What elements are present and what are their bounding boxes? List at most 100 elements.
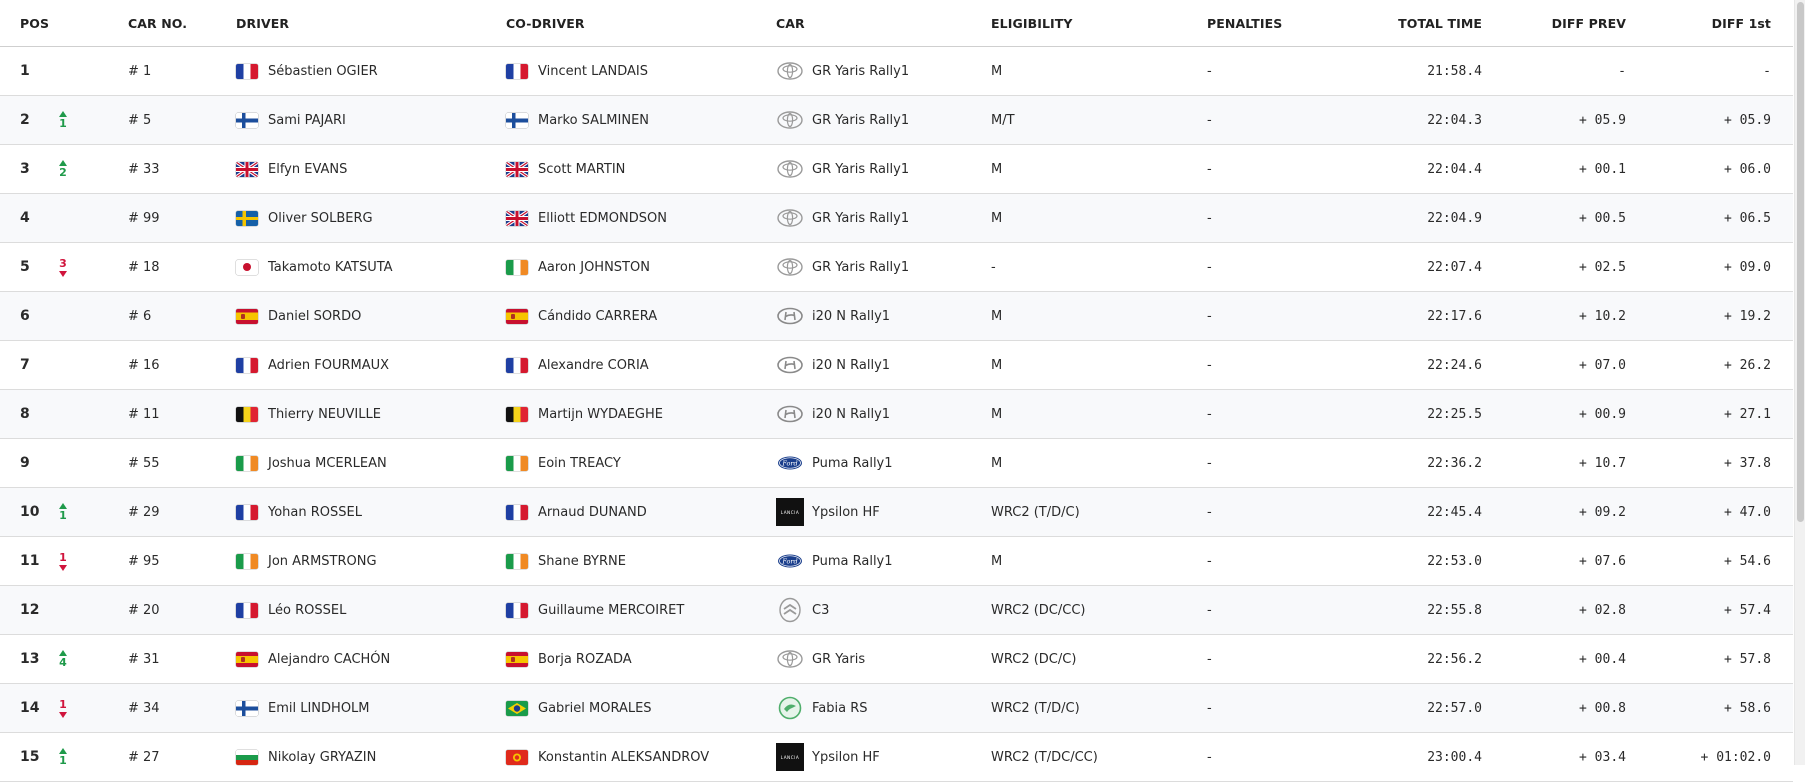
table-row[interactable]: 14 1 # 34 Emil LINDHOLM Gabriel MORALES F…	[0, 684, 1793, 733]
driver-cell[interactable]: Thierry NEUVILLE	[236, 390, 506, 438]
table-row[interactable]: 11 1 # 95 Jon ARMSTRONG Shane BYRNE Ford P…	[0, 537, 1793, 586]
car-model: GR Yaris Rally1	[812, 161, 910, 177]
co-driver-name[interactable]: Shane BYRNE	[538, 554, 626, 569]
driver-name[interactable]: Jon ARMSTRONG	[268, 554, 377, 569]
table-row[interactable]: 53 # 18 Takamoto KATSUTA Aaron JOHNSTON …	[0, 243, 1793, 292]
header-penalties[interactable]: PENALTIES	[1207, 0, 1327, 46]
driver-cell[interactable]: Yohan ROSSEL	[236, 488, 506, 536]
co-driver-name[interactable]: Cándido CARRERA	[538, 309, 657, 324]
car-number: # 34	[128, 700, 160, 716]
header-car-no[interactable]: CAR No.	[128, 0, 228, 46]
driver-cell[interactable]: Daniel SORDO	[236, 292, 506, 340]
co-driver-flag-icon	[506, 700, 538, 716]
vertical-scrollbar[interactable]	[1794, 0, 1805, 765]
co-driver-name[interactable]: Gabriel MORALES	[538, 701, 652, 716]
header-eligibility[interactable]: ELIGIBILITY	[991, 0, 1206, 46]
header-pos[interactable]: POS	[20, 0, 110, 46]
position-cell: 9	[20, 439, 110, 487]
driver-cell[interactable]: Alejandro CACHÓN	[236, 635, 506, 683]
co-driver-cell[interactable]: Vincent LANDAIS	[506, 47, 776, 95]
co-driver-cell[interactable]: Shane BYRNE	[506, 537, 776, 585]
header-driver[interactable]: DRIVER	[236, 0, 506, 46]
header-total-time[interactable]: TOTAL TIME	[1330, 0, 1482, 46]
driver-name[interactable]: Takamoto KATSUTA	[268, 260, 393, 275]
header-car[interactable]: CAR	[776, 0, 991, 46]
table-row[interactable]: 15 1 # 27 Nikolay GRYAZIN Konstantin ALEK…	[0, 733, 1793, 782]
co-driver-name[interactable]: Eoin TREACY	[538, 456, 621, 471]
header-co-driver[interactable]: CO-DRIVER	[506, 0, 776, 46]
co-driver-flag-icon	[506, 308, 538, 324]
driver-name[interactable]: Sébastien OGIER	[268, 64, 378, 79]
driver-name[interactable]: Joshua MCERLEAN	[268, 456, 387, 471]
position-cell: 4	[20, 194, 110, 242]
arrow-up-icon	[59, 110, 67, 117]
co-driver-cell[interactable]: Alexandre CORIA	[506, 341, 776, 389]
co-driver-cell[interactable]: Eoin TREACY	[506, 439, 776, 487]
co-driver-cell[interactable]: Gabriel MORALES	[506, 684, 776, 732]
co-driver-name[interactable]: Elliott EDMONDSON	[538, 211, 667, 226]
table-row[interactable]: 21 # 5 Sami PAJARI Marko SALMINEN GR Yar…	[0, 96, 1793, 145]
co-driver-cell[interactable]: Aaron JOHNSTON	[506, 243, 776, 291]
driver-name[interactable]: Nikolay GRYAZIN	[268, 750, 376, 765]
driver-cell[interactable]: Oliver SOLBERG	[236, 194, 506, 242]
co-driver-cell[interactable]: Borja ROZADA	[506, 635, 776, 683]
table-row[interactable]: 9 # 55 Joshua MCERLEAN Eoin TREACY Ford P…	[0, 439, 1793, 488]
table-row[interactable]: 13 4 # 31 Alejandro CACHÓN Borja ROZADA G…	[0, 635, 1793, 684]
co-driver-cell[interactable]: Cándido CARRERA	[506, 292, 776, 340]
co-driver-name[interactable]: Konstantin ALEKSANDROV	[538, 750, 709, 765]
co-driver-cell[interactable]: Martijn WYDAEGHE	[506, 390, 776, 438]
driver-cell[interactable]: Joshua MCERLEAN	[236, 439, 506, 487]
table-row[interactable]: 12 # 20 Léo ROSSEL Guillaume MERCOIRET C…	[0, 586, 1793, 635]
scrollbar-thumb[interactable]	[1797, 2, 1804, 522]
driver-cell[interactable]: Emil LINDHOLM	[236, 684, 506, 732]
driver-cell[interactable]: Sébastien OGIER	[236, 47, 506, 95]
driver-name[interactable]: Yohan ROSSEL	[268, 505, 362, 520]
co-driver-name[interactable]: Marko SALMINEN	[538, 113, 649, 128]
diff-prev: + 05.9	[1579, 112, 1626, 128]
driver-cell[interactable]: Takamoto KATSUTA	[236, 243, 506, 291]
driver-cell[interactable]: Nikolay GRYAZIN	[236, 733, 506, 781]
driver-name[interactable]: Emil LINDHOLM	[268, 701, 370, 716]
driver-cell[interactable]: Sami PAJARI	[236, 96, 506, 144]
co-driver-name[interactable]: Scott MARTIN	[538, 162, 625, 177]
table-row[interactable]: 6 # 6 Daniel SORDO Cándido CARRERA i20 N…	[0, 292, 1793, 341]
co-driver-name[interactable]: Guillaume MERCOIRET	[538, 603, 684, 618]
table-row[interactable]: 4 # 99 Oliver SOLBERG Elliott EDMONDSON …	[0, 194, 1793, 243]
table-row[interactable]: 10 1 # 29 Yohan ROSSEL Arnaud DUNAND LANC…	[0, 488, 1793, 537]
driver-cell[interactable]: Jon ARMSTRONG	[236, 537, 506, 585]
driver-cell[interactable]: Adrien FOURMAUX	[236, 341, 506, 389]
driver-cell[interactable]: Léo ROSSEL	[236, 586, 506, 634]
co-driver-name[interactable]: Martijn WYDAEGHE	[538, 407, 663, 422]
co-driver-cell[interactable]: Marko SALMINEN	[506, 96, 776, 144]
co-driver-cell[interactable]: Konstantin ALEKSANDROV	[506, 733, 776, 781]
co-driver-name[interactable]: Borja ROZADA	[538, 652, 632, 667]
co-driver-name[interactable]: Aaron JOHNSTON	[538, 260, 650, 275]
header-diff-prev[interactable]: DIFF PREV	[1482, 0, 1626, 46]
driver-name[interactable]: Adrien FOURMAUX	[268, 358, 389, 373]
driver-cell[interactable]: Elfyn EVANS	[236, 145, 506, 193]
table-row[interactable]: 1 # 1 Sébastien OGIER Vincent LANDAIS GR…	[0, 47, 1793, 96]
driver-name[interactable]: Oliver SOLBERG	[268, 211, 373, 226]
table-row[interactable]: 8 # 11 Thierry NEUVILLE Martijn WYDAEGHE…	[0, 390, 1793, 439]
co-driver-flag-icon	[506, 63, 538, 79]
driver-name[interactable]: Thierry NEUVILLE	[268, 407, 381, 422]
co-driver-name[interactable]: Arnaud DUNAND	[538, 505, 647, 520]
car-number: # 29	[128, 504, 160, 520]
co-driver-name[interactable]: Alexandre CORIA	[538, 358, 649, 373]
co-driver-cell[interactable]: Elliott EDMONDSON	[506, 194, 776, 242]
diff-1st: + 37.8	[1724, 455, 1771, 471]
diff-prev: + 00.9	[1579, 406, 1626, 422]
car-model: GR Yaris Rally1	[812, 259, 910, 275]
driver-name[interactable]: Sami PAJARI	[268, 113, 346, 128]
driver-name[interactable]: Daniel SORDO	[268, 309, 361, 324]
co-driver-cell[interactable]: Arnaud DUNAND	[506, 488, 776, 536]
driver-name[interactable]: Elfyn EVANS	[268, 162, 347, 177]
co-driver-cell[interactable]: Guillaume MERCOIRET	[506, 586, 776, 634]
table-row[interactable]: 32 # 33 Elfyn EVANS Scott MARTIN GR Yari…	[0, 145, 1793, 194]
driver-name[interactable]: Léo ROSSEL	[268, 603, 346, 618]
table-row[interactable]: 7 # 16 Adrien FOURMAUX Alexandre CORIA i…	[0, 341, 1793, 390]
co-driver-cell[interactable]: Scott MARTIN	[506, 145, 776, 193]
header-diff-1st[interactable]: DIFF 1st	[1626, 0, 1771, 46]
driver-name[interactable]: Alejandro CACHÓN	[268, 652, 390, 667]
co-driver-name[interactable]: Vincent LANDAIS	[538, 64, 648, 79]
